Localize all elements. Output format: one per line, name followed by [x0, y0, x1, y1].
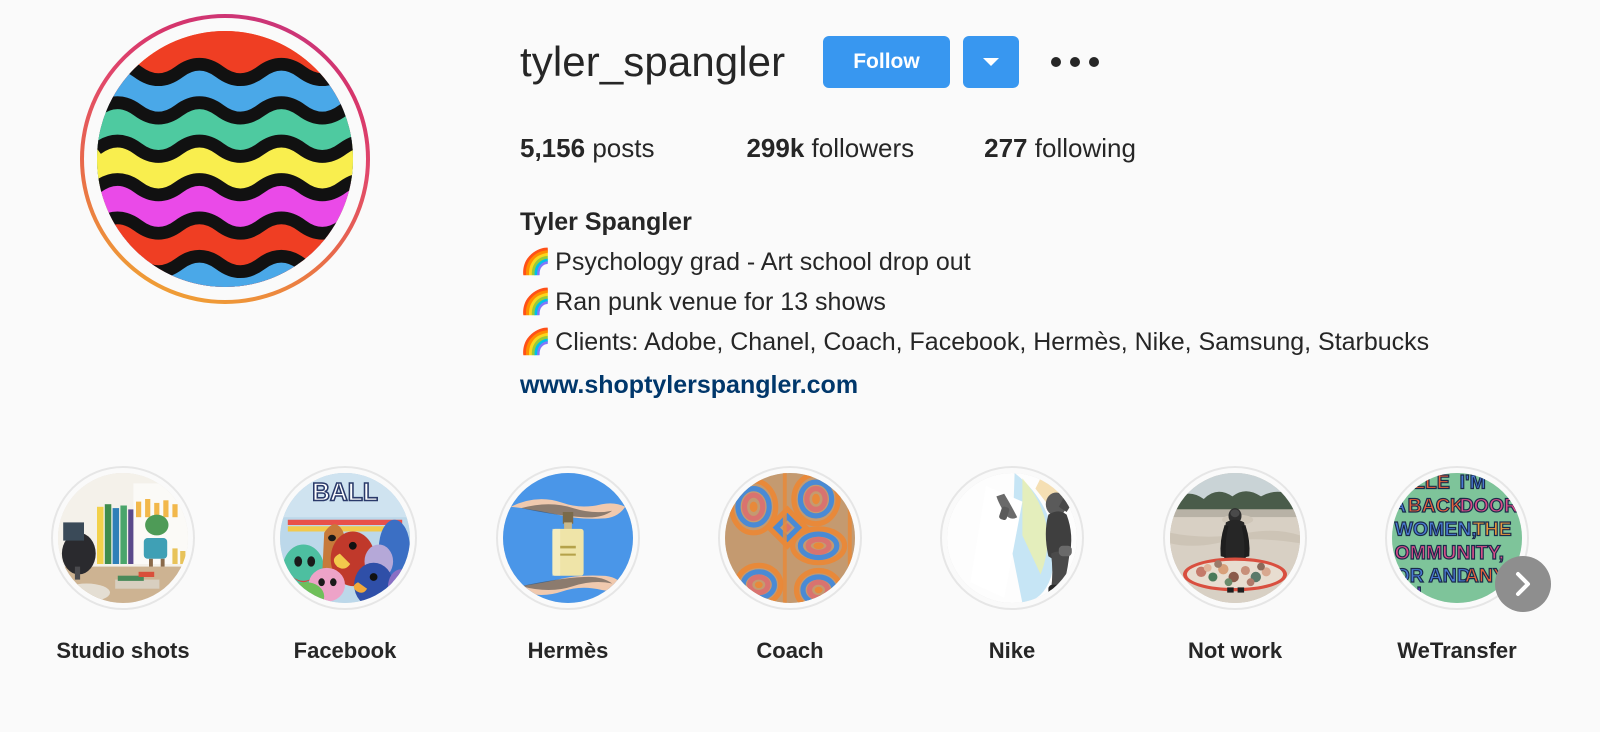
stat-followers[interactable]: 299k followers: [746, 132, 914, 166]
bio-line-3-text: Clients: Adobe, Chanel, Coach, Facebook,…: [555, 328, 1430, 356]
svg-text:BALL: BALL: [312, 479, 378, 506]
perfume-bottle-hands-icon: [503, 473, 633, 603]
follow-button[interactable]: Follow: [823, 36, 950, 88]
svg-text:BACK: BACK: [1408, 495, 1464, 517]
concentric-oval-pattern-icon: [725, 473, 855, 603]
following-count: 277: [984, 133, 1028, 163]
highlight-label: Nike: [988, 638, 1036, 663]
rainbow-wave-avatar-icon: [97, 31, 353, 287]
following-label: following: [1034, 133, 1136, 163]
full-name: Tyler Spangler: [520, 208, 692, 236]
highlight-nike[interactable]: Nike: [921, 466, 1103, 664]
svg-text:OMMUNITY,: OMMUNITY,: [1395, 542, 1504, 564]
stat-following[interactable]: 277 following: [984, 132, 1136, 166]
svg-text:OR AND: OR AND: [1395, 565, 1471, 587]
highlight-not-work[interactable]: Not work: [1144, 466, 1326, 664]
highlight-label: Coach: [756, 638, 824, 663]
rainbow-icon: 🌈: [520, 288, 552, 316]
beach-surfboard-icon: [1170, 473, 1300, 603]
highlight-ring: [1163, 466, 1307, 610]
highlight-thumbnail: [947, 473, 1077, 603]
bio-line-3: 🌈 Clients: Adobe, Chanel, Coach, Facebook…: [520, 322, 1429, 362]
chevron-right-icon: [1516, 572, 1530, 596]
story-highlights-carousel: Studio shots BALL Facebook Hermès Coach …: [0, 466, 1600, 696]
highlight-thumbnail: [725, 473, 855, 603]
highlight-label: Hermès: [527, 638, 609, 663]
carousel-next-button[interactable]: [1495, 556, 1551, 612]
animal-collage-icon: BALL: [280, 473, 410, 603]
highlight-studio-shots[interactable]: Studio shots: [32, 466, 214, 664]
highlight-facebook[interactable]: BALL Facebook: [254, 466, 436, 664]
highlight-ring: [51, 466, 195, 610]
profile-stats: 5,156 posts 299k followers 277 following: [520, 132, 1136, 166]
profile-header: tyler_spangler Follow: [520, 36, 1103, 88]
svg-text:EN: EN: [1395, 583, 1422, 603]
highlight-hermes[interactable]: Hermès: [477, 466, 659, 664]
svg-text:WOMEN,: WOMEN,: [1395, 518, 1477, 540]
highlight-thumbnail: [1170, 473, 1300, 603]
svg-text:I'M: I'M: [1460, 473, 1486, 494]
posts-label: posts: [592, 133, 655, 163]
studio-interior-icon: [58, 473, 188, 603]
avatar-image: [97, 31, 353, 287]
highlight-coach[interactable]: Coach: [699, 466, 881, 664]
highlight-ring: BALL: [273, 466, 417, 610]
followers-count: 299k: [746, 133, 805, 163]
profile-avatar[interactable]: [80, 14, 370, 304]
followers-label: followers: [811, 133, 915, 163]
bio-line-2: 🌈 Ran punk venue for 13 shows: [520, 282, 1429, 322]
posts-count: 5,156: [520, 133, 586, 163]
stat-posts[interactable]: 5,156 posts: [520, 132, 654, 166]
chevron-down-icon: [982, 58, 999, 66]
highlight-label: WeTransfer: [1397, 638, 1517, 663]
website-link[interactable]: www.shoptylerspangler.com: [520, 365, 1429, 405]
highlight-ring: [496, 466, 640, 610]
more-options-icon: [1050, 57, 1099, 67]
svg-text:VILLE: VILLE: [1395, 473, 1450, 494]
bio-line-1: 🌈 Psychology grad - Art school drop out: [520, 242, 1429, 282]
highlight-thumbnail: [503, 473, 633, 603]
page-title: tyler_spangler: [520, 38, 786, 86]
rainbow-icon: 🌈: [520, 328, 552, 356]
highlight-label: Studio shots: [56, 638, 190, 663]
athlete-watercolor-icon: [947, 473, 1077, 603]
rainbow-icon: 🌈: [520, 248, 552, 276]
profile-bio: Tyler Spangler 🌈 Psychology grad - Art sc…: [520, 202, 1429, 405]
svg-text:A: A: [1392, 495, 1406, 517]
highlight-thumbnail: [58, 473, 188, 603]
highlight-label: Not work: [1187, 638, 1283, 663]
highlight-label: Facebook: [293, 638, 397, 663]
svg-text:DOOR: DOOR: [1460, 495, 1519, 517]
instagram-profile-page: tyler_spangler Follow 5,156 posts 299k f…: [0, 0, 1600, 732]
follow-dropdown-button[interactable]: [962, 36, 1019, 88]
svg-text:THE: THE: [1473, 518, 1512, 540]
highlight-ring: [940, 466, 1084, 610]
bio-line-2-text: Ran punk venue for 13 shows: [555, 288, 886, 316]
highlight-ring: [718, 466, 862, 610]
bio-line-1-text: Psychology grad - Art school drop out: [555, 248, 971, 276]
highlight-thumbnail: BALL: [280, 473, 410, 603]
more-options-button[interactable]: [1047, 36, 1103, 88]
